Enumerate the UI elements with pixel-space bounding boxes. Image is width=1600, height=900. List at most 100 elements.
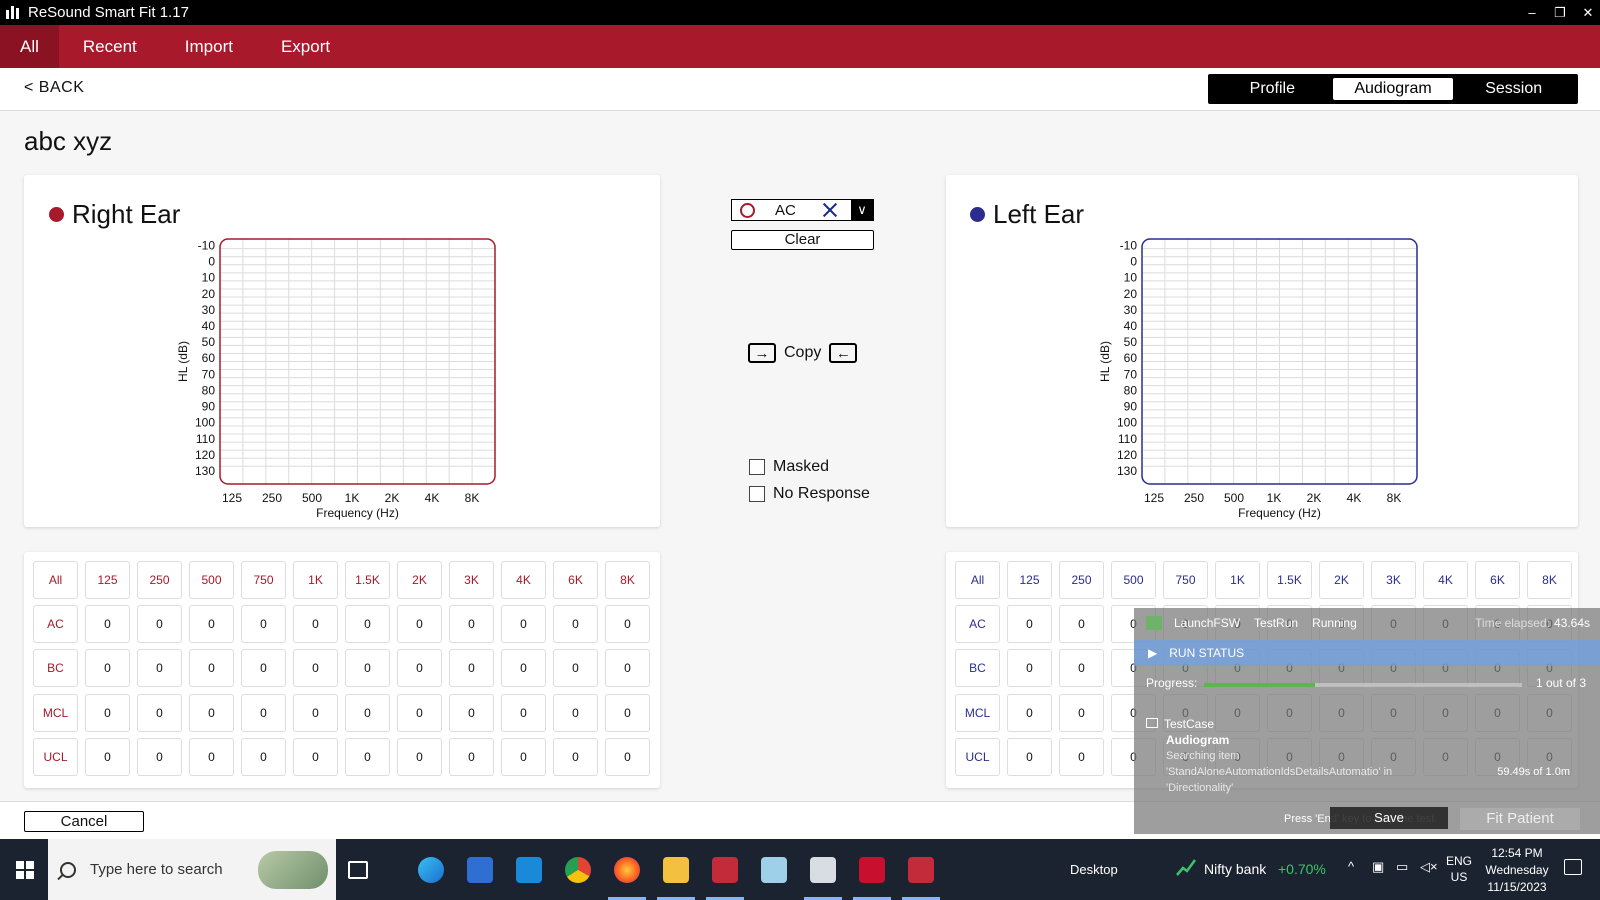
left-row-label-mcl[interactable]: MCL — [955, 694, 1000, 732]
fit-patient-button[interactable]: Fit Patient — [1460, 808, 1580, 830]
right-value-cell[interactable]: 0 — [293, 738, 338, 776]
right-col-125[interactable]: 125 — [85, 561, 130, 599]
right-value-cell[interactable]: 0 — [501, 649, 546, 687]
right-value-cell[interactable]: 0 — [449, 605, 494, 643]
desktop-label[interactable]: Desktop — [1070, 862, 1118, 877]
right-value-cell[interactable]: 0 — [85, 649, 130, 687]
right-col-3k[interactable]: 3K — [449, 561, 494, 599]
right-value-cell[interactable]: 0 — [605, 694, 650, 732]
right-col-1k[interactable]: 1K — [293, 561, 338, 599]
left-value-cell[interactable]: 0 — [1059, 738, 1104, 776]
masked-option[interactable]: Masked — [749, 458, 829, 476]
left-col-4k[interactable]: 4K — [1423, 561, 1468, 599]
notification-icon[interactable] — [1564, 859, 1582, 875]
language-indicator[interactable]: ENG US — [1446, 853, 1472, 885]
ticker-name[interactable]: Nifty bank — [1204, 861, 1266, 877]
no-response-option[interactable]: No Response — [749, 485, 870, 503]
overflow-chevron-icon[interactable]: » — [1119, 827, 1125, 839]
left-col-all[interactable]: All — [955, 561, 1000, 599]
left-value-cell[interactable]: 0 — [1007, 605, 1052, 643]
run-status-bar[interactable]: ▶ RUN STATUS — [1134, 640, 1600, 666]
right-value-cell[interactable]: 0 — [137, 738, 182, 776]
right-value-cell[interactable]: 0 — [553, 694, 598, 732]
copy-left-arrow-icon[interactable]: ← — [829, 343, 858, 363]
cancel-button[interactable]: Cancel — [24, 811, 144, 832]
meet-icon[interactable]: ▣ — [1372, 859, 1384, 875]
left-value-cell[interactable]: 0 — [1007, 738, 1052, 776]
measurement-type-select[interactable]: AC ∨ — [731, 199, 874, 221]
right-col-4k[interactable]: 4K — [501, 561, 546, 599]
left-col-2k[interactable]: 2K — [1319, 561, 1364, 599]
left-ear-audiogram[interactable]: -10 0 10 20 30 40 50 60 70 80 90 100 110 120 130 125 250… — [1092, 232, 1432, 522]
right-value-cell[interactable]: 0 — [501, 738, 546, 776]
right-value-cell[interactable]: 0 — [293, 605, 338, 643]
task-view-icon[interactable] — [348, 861, 368, 879]
right-value-cell[interactable]: 0 — [241, 738, 286, 776]
menu-recent[interactable]: Recent — [59, 25, 161, 68]
left-value-cell[interactable]: 0 — [1007, 694, 1052, 732]
right-value-cell[interactable]: 0 — [449, 738, 494, 776]
right-value-cell[interactable]: 0 — [605, 605, 650, 643]
edge-icon[interactable] — [418, 857, 444, 883]
right-col-250[interactable]: 250 — [137, 561, 182, 599]
right-col-2k[interactable]: 2K — [397, 561, 442, 599]
right-row-label-ac[interactable]: AC — [33, 605, 78, 643]
right-value-cell[interactable]: 0 — [605, 649, 650, 687]
left-value-cell[interactable]: 0 — [1059, 649, 1104, 687]
right-value-cell[interactable]: 0 — [449, 649, 494, 687]
right-col-750[interactable]: 750 — [241, 561, 286, 599]
left-value-cell[interactable]: 0 — [1059, 694, 1104, 732]
right-value-cell[interactable]: 0 — [397, 694, 442, 732]
right-value-cell[interactable]: 0 — [345, 605, 390, 643]
right-value-cell[interactable]: 0 — [345, 649, 390, 687]
no-response-checkbox[interactable] — [749, 486, 765, 502]
close-button[interactable]: ✕ — [1582, 5, 1594, 21]
right-value-cell[interactable]: 0 — [137, 694, 182, 732]
menu-all[interactable]: All — [0, 25, 59, 68]
volume-muted-icon[interactable]: ◁× — [1420, 859, 1438, 875]
right-value-cell[interactable]: 0 — [85, 605, 130, 643]
right-col-6k[interactable]: 6K — [553, 561, 598, 599]
right-value-cell[interactable]: 0 — [293, 649, 338, 687]
right-value-cell[interactable]: 0 — [293, 694, 338, 732]
save-button[interactable]: Save — [1330, 807, 1448, 829]
taskbar-search[interactable]: Type here to search — [48, 839, 336, 900]
right-value-cell[interactable]: 0 — [137, 649, 182, 687]
windows-start-icon[interactable] — [16, 861, 34, 879]
right-row-label-bc[interactable]: BC — [33, 649, 78, 687]
right-value-cell[interactable]: 0 — [241, 605, 286, 643]
right-value-cell[interactable]: 0 — [553, 605, 598, 643]
firefox-icon[interactable] — [614, 857, 640, 883]
right-value-cell[interactable]: 0 — [345, 694, 390, 732]
right-row-label-mcl[interactable]: MCL — [33, 694, 78, 732]
tray-expand-icon[interactable]: ^ — [1348, 859, 1354, 874]
right-value-cell[interactable]: 0 — [189, 694, 234, 732]
left-row-label-ucl[interactable]: UCL — [955, 738, 1000, 776]
left-col-1.5k[interactable]: 1.5K — [1267, 561, 1312, 599]
store-icon[interactable] — [467, 857, 493, 883]
right-value-cell[interactable]: 0 — [189, 649, 234, 687]
masked-checkbox[interactable] — [749, 459, 765, 475]
left-value-cell[interactable]: 0 — [1059, 605, 1104, 643]
resound-icon[interactable] — [859, 857, 885, 883]
right-value-cell[interactable]: 0 — [397, 649, 442, 687]
right-col-500[interactable]: 500 — [189, 561, 234, 599]
right-value-cell[interactable]: 0 — [397, 605, 442, 643]
right-row-label-ucl[interactable]: UCL — [33, 738, 78, 776]
cross-marker-icon[interactable] — [819, 200, 841, 220]
minimize-button[interactable]: – — [1526, 5, 1538, 20]
rx-tool-icon[interactable] — [712, 857, 738, 883]
menu-export[interactable]: Export — [257, 25, 354, 68]
right-value-cell[interactable]: 0 — [241, 649, 286, 687]
right-value-cell[interactable]: 0 — [241, 694, 286, 732]
mail-icon[interactable] — [516, 857, 542, 883]
left-col-1k[interactable]: 1K — [1215, 561, 1260, 599]
left-row-label-ac[interactable]: AC — [955, 605, 1000, 643]
file-explorer-icon[interactable] — [663, 857, 689, 883]
left-col-3k[interactable]: 3K — [1371, 561, 1416, 599]
chrome-icon[interactable] — [565, 857, 591, 883]
notes-icon[interactable] — [761, 857, 787, 883]
right-value-cell[interactable]: 0 — [85, 694, 130, 732]
right-value-cell[interactable]: 0 — [553, 738, 598, 776]
right-value-cell[interactable]: 0 — [501, 694, 546, 732]
